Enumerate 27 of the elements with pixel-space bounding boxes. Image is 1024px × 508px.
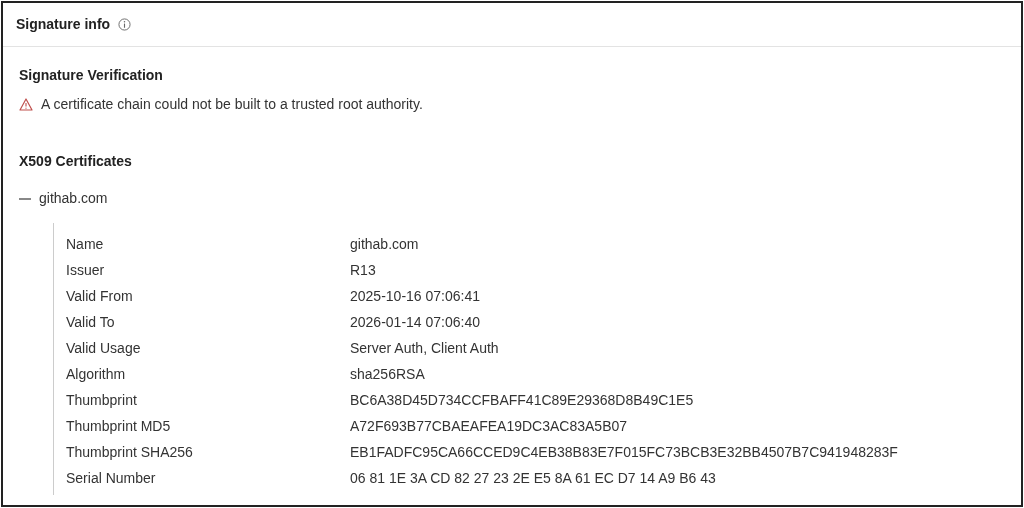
field-value: A72F693B77CBAEAFEA19DC3AC83A5B07: [350, 416, 628, 436]
field-label: Valid From: [66, 286, 134, 306]
field-value: R13: [350, 260, 376, 280]
section-heading: Signature Verification: [19, 66, 164, 85]
field-value: githab.com: [350, 234, 419, 254]
field-value: Server Auth, Client Auth: [350, 338, 499, 358]
warning-message: A certificate chain could not be built to a trusted root authority.: [41, 95, 423, 114]
warning-icon: [19, 98, 33, 111]
certificate-name: githab.com: [39, 189, 108, 208]
field-value: EB1FADFC95CA66CCED9C4EB38B83E7F015FC73BCB3E32BB4507B7C941948283F: [350, 442, 898, 462]
field-value: sha256RSA: [350, 364, 425, 384]
field-value: 2025-10-16 07:06:41: [350, 286, 480, 306]
section-heading: X509 Certificates: [19, 152, 133, 171]
field-value: 06 81 1E 3A CD 82 27 23 2E E5 8A 61 EC D7 14 A9 B6 43: [350, 468, 716, 488]
field-label: Thumbprint SHA256: [66, 442, 194, 462]
field-label: Valid Usage: [66, 338, 142, 358]
info-icon: [118, 18, 132, 31]
field-value: BC6A38D45D734CCFBAFF41C89E29368D8B49C1E5: [350, 390, 694, 410]
field-label: Thumbprint: [66, 390, 138, 410]
field-label: Serial Number: [66, 468, 157, 488]
field-label: Issuer: [66, 260, 106, 280]
field-label: Name: [66, 234, 105, 254]
panel-title: Signature info: [16, 15, 111, 34]
field-label: Algorithm: [66, 364, 127, 384]
field-value: 2026-01-14 07:06:40: [350, 312, 480, 332]
field-label: Thumbprint MD5: [66, 416, 172, 436]
field-label: Valid To: [66, 312, 116, 332]
